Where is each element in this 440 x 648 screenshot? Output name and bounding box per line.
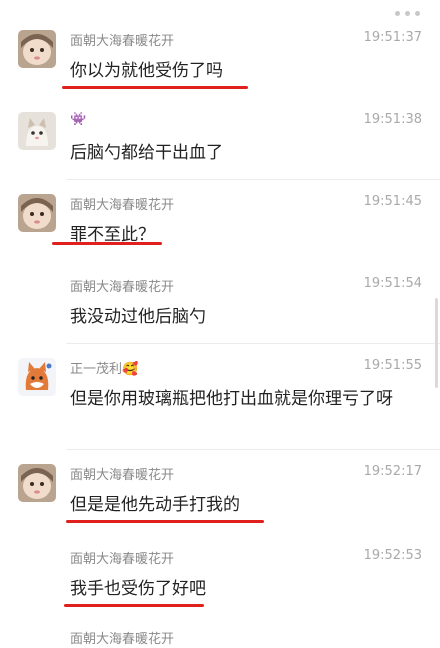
sender-name: 👾: [70, 112, 87, 127]
sender-name: 面朝大海春暖花开: [70, 632, 175, 647]
highlight-underline: [52, 242, 162, 245]
sender-name: 面朝大海春暖花开: [70, 468, 175, 483]
timestamp: 19:51:54: [363, 276, 422, 291]
sender-name: 正一茂利🥰: [70, 362, 139, 377]
sender-name: 面朝大海春暖花开: [70, 198, 175, 213]
message-divider: [66, 179, 440, 180]
timestamp: 19:52:17: [363, 464, 422, 479]
message-text[interactable]: 你以为就他受伤了吗: [70, 58, 422, 85]
more-options-icon[interactable]: [395, 11, 420, 16]
timestamp: 19:51:55: [363, 358, 422, 373]
timestamp: 19:51:45: [363, 194, 422, 209]
cat-avatar[interactable]: [18, 112, 56, 150]
sender-name: 面朝大海春暖花开: [70, 34, 175, 49]
message-divider: [66, 449, 440, 450]
message-item[interactable]: 面朝大海春暖花开 19:51:45 罪不至此？: [0, 194, 440, 262]
highlight-underline: [66, 520, 264, 523]
message-item[interactable]: 正一茂利🥰 19:51:55 但是你用玻璃瓶把他打出血就是你理亏了呀: [0, 358, 440, 450]
fox-avatar[interactable]: [18, 358, 56, 396]
girl-avatar[interactable]: [18, 194, 56, 232]
message-text[interactable]: 后脑勺都给干出血了: [70, 140, 422, 167]
message-text[interactable]: 我手也受伤了好吧: [70, 576, 422, 603]
timestamp: 19:51:38: [363, 112, 422, 127]
scrollbar-thumb[interactable]: [435, 298, 438, 388]
timestamp: 19:52:53: [363, 548, 422, 563]
message-text[interactable]: 我没动过他后脑勺: [70, 304, 422, 331]
message-item[interactable]: 面朝大海春暖花开 19:52:17 但是是他先动手打我的: [0, 464, 440, 532]
message-item[interactable]: 面朝大海春暖花开 19:52:53 我手也受伤了好吧: [0, 548, 440, 616]
highlight-underline: [64, 604, 204, 607]
sender-name: 面朝大海春暖花开: [70, 552, 175, 567]
timestamp: 19:51:37: [363, 30, 422, 45]
message-item[interactable]: 面朝大海春暖花开 19:51:37 你以为就他受伤了吗: [0, 30, 440, 98]
girl-avatar[interactable]: [18, 464, 56, 502]
message-divider: [66, 343, 440, 344]
message-item[interactable]: 面朝大海春暖花开 19:51:54 我没动过他后脑勺: [0, 276, 440, 344]
message-text[interactable]: 但是你用玻璃瓶把他打出血就是你理亏了呀: [70, 386, 422, 413]
highlight-underline: [62, 86, 248, 89]
message-item[interactable]: 面朝大海春暖花开: [0, 628, 440, 648]
girl-avatar[interactable]: [18, 30, 56, 68]
message-item[interactable]: 👾 19:51:38 后脑勺都给干出血了: [0, 112, 440, 180]
sender-name: 面朝大海春暖花开: [70, 280, 175, 295]
message-text[interactable]: 但是是他先动手打我的: [70, 492, 422, 519]
